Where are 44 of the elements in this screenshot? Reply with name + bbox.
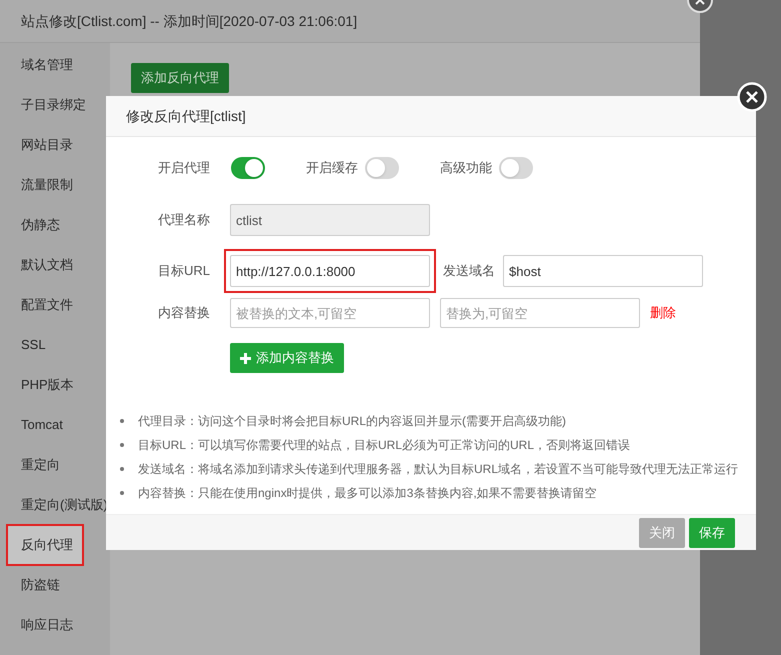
bullet-icon [120,466,124,470]
send-domain-field[interactable]: $host [503,255,703,287]
sidebar-item[interactable]: 流量限制 [0,165,110,205]
sidebar-item[interactable]: 响应日志 [0,605,110,645]
field-label: 目标URL [156,262,210,280]
sidebar-item[interactable]: PHP版本 [0,365,110,405]
sidebar-item[interactable]: 伪静态 [0,205,110,245]
save-button[interactable]: 保存 [689,518,735,548]
toggle-label: 开启代理 [157,159,210,178]
field-label: 发送域名 [443,262,496,280]
help-note: 代理目录：访问这个目录时将会把目标URL的内容返回并显示(需要开启高级功能) [138,412,566,430]
add-proxy-button[interactable]: 添加反向代理 [131,63,229,93]
sidebar-item[interactable]: 网站目录 [0,125,110,165]
sidebar-item[interactable]: SSL [0,325,110,365]
sidebar-item[interactable]: 域名管理 [0,45,110,85]
window-title: 站点修改[Ctlist.com] -- 添加时间[2020-07-03 21:06:01] [21,12,358,31]
sidebar-item[interactable]: 默认文档 [0,245,110,285]
toggle-switch[interactable] [499,157,533,179]
replace-to-field[interactable]: 替换为,可留空 [440,298,640,328]
bullet-icon [120,418,124,422]
plus-icon [240,352,251,364]
bullet-icon [120,442,124,446]
sidebar-item[interactable]: 重定向 [0,445,110,485]
replace-from-field[interactable]: 被替换的文本,可留空 [230,298,430,328]
sidebar-item[interactable]: 反向代理 [6,524,84,566]
help-note: 目标URL：可以填写你需要代理的站点，目标URL必须为可正常访问的URL，否则将返回错误 [138,436,630,454]
dialog-title: 修改反向代理[ctlist] [126,106,246,126]
sidebar-item[interactable]: Tomcat [0,405,110,445]
toggle-switch[interactable] [365,157,399,179]
help-note: 发送域名：将域名添加到请求头传递到代理服务器，默认为目标URL域名，若设置不当可能导致代理无法正常运行 [138,460,738,478]
add-replace-button[interactable]: 添加内容替换 [230,343,344,373]
field-label: 代理名称 [157,211,210,230]
target-url-field[interactable]: http://127.0.0.1:8000 [230,255,430,287]
help-note: 内容替换：只能在使用nginx时提供，最多可以添加3条替换内容,如果不需要替换请留空 [138,484,597,502]
field-label: 内容替换 [157,304,210,322]
sidebar-item[interactable]: 子目录绑定 [0,85,110,125]
toggle-label: 开启缓存 [305,159,358,178]
delete-link[interactable]: 删除 [650,303,676,323]
toggle-label: 高级功能 [439,159,492,178]
toggle-switch[interactable] [231,157,265,179]
close-icon[interactable] [686,0,714,14]
sidebar-item[interactable]: 防盗链 [0,565,110,605]
sidebar-item[interactable]: 配置文件 [0,285,110,325]
bullet-icon [120,490,124,494]
